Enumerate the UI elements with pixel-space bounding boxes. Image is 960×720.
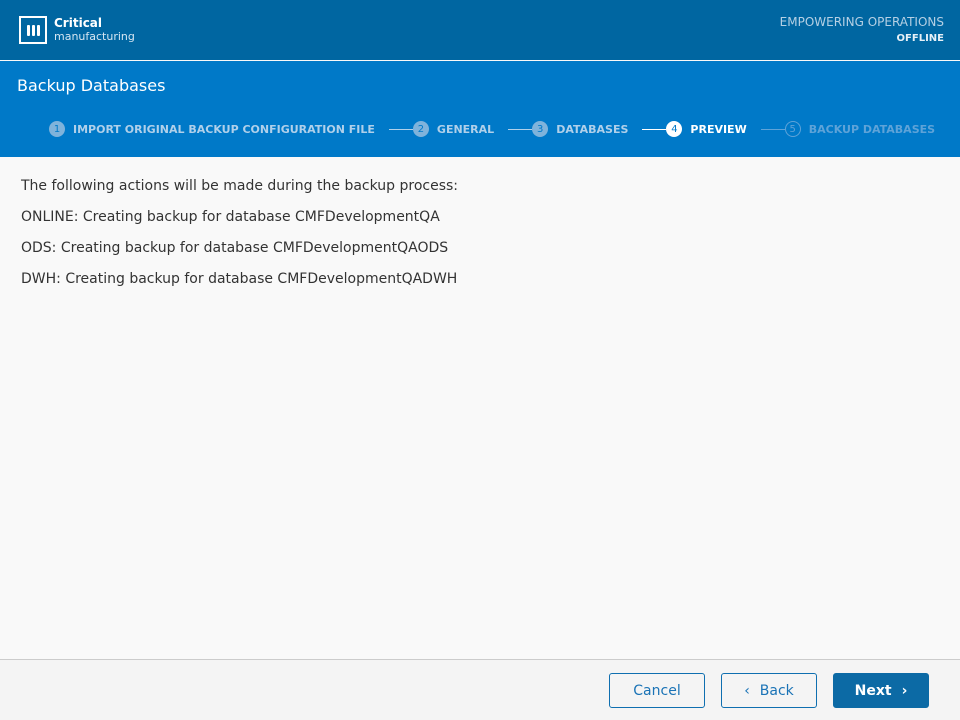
step-number: 1 — [49, 121, 65, 137]
back-label: Back — [759, 682, 794, 699]
step-label: BACKUP DATABASES — [808, 122, 936, 136]
step-number: 2 — [412, 121, 429, 137]
wizard-footer: Cancel ‹ Back Next › — [0, 659, 960, 720]
step-connector — [508, 128, 533, 130]
step-number: 4 — [666, 121, 683, 137]
back-button[interactable]: ‹ Back — [721, 673, 817, 708]
wizard-header: Backup Databases 1 IMPORT ORIGINAL BACKUP… — [0, 61, 960, 157]
next-button[interactable]: Next › — [833, 673, 929, 708]
step-number: 3 — [532, 121, 549, 137]
step-general[interactable]: 2 GENERAL — [412, 121, 495, 137]
step-preview[interactable]: 4 PREVIEW — [666, 121, 747, 137]
tagline: EMPOWERING OPERATIONS — [779, 15, 944, 29]
preview-action-dwh: DWH: Creating backup for database CMFDev… — [21, 271, 458, 287]
logo-icon — [19, 16, 47, 44]
preview-action-online: ONLINE: Creating backup for database CMF… — [21, 209, 440, 225]
wizard-steps: 1 IMPORT ORIGINAL BACKUP CONFIGURATION FI… — [49, 121, 935, 137]
preview-intro: The following actions will be made durin… — [21, 178, 459, 194]
next-label: Next — [854, 682, 892, 699]
step-label: DATABASES — [556, 122, 629, 136]
step-connector — [760, 128, 785, 130]
step-connector — [388, 128, 413, 130]
cancel-label: Cancel — [633, 682, 681, 699]
step-label: IMPORT ORIGINAL BACKUP CONFIGURATION FIL… — [73, 122, 375, 136]
chevron-left-icon: ‹ — [744, 682, 750, 699]
app-header: Critical manufacturing EMPOWERING OPERATI… — [0, 0, 960, 60]
step-databases[interactable]: 3 DATABASES — [532, 121, 628, 137]
connection-status: OFFLINE — [896, 33, 944, 44]
brand: Critical manufacturing — [54, 17, 135, 43]
preview-action-ods: ODS: Creating backup for database CMFDev… — [21, 240, 449, 256]
step-connector — [642, 128, 667, 130]
preview-content: The following actions will be made durin… — [21, 178, 458, 302]
step-backup-databases: 5 BACKUP DATABASES — [784, 121, 936, 137]
brand-sub: manufacturing — [54, 30, 135, 43]
step-label: GENERAL — [436, 122, 495, 136]
step-import[interactable]: 1 IMPORT ORIGINAL BACKUP CONFIGURATION FI… — [49, 121, 375, 137]
step-label: PREVIEW — [690, 122, 747, 136]
page-title: Backup Databases — [17, 76, 166, 95]
step-number: 5 — [784, 121, 801, 137]
chevron-right-icon: › — [901, 682, 908, 699]
cancel-button[interactable]: Cancel — [609, 673, 705, 708]
header-tagline: EMPOWERING OPERATIONS OFFLINE — [780, 15, 944, 44]
brand-name: Critical — [54, 16, 103, 30]
